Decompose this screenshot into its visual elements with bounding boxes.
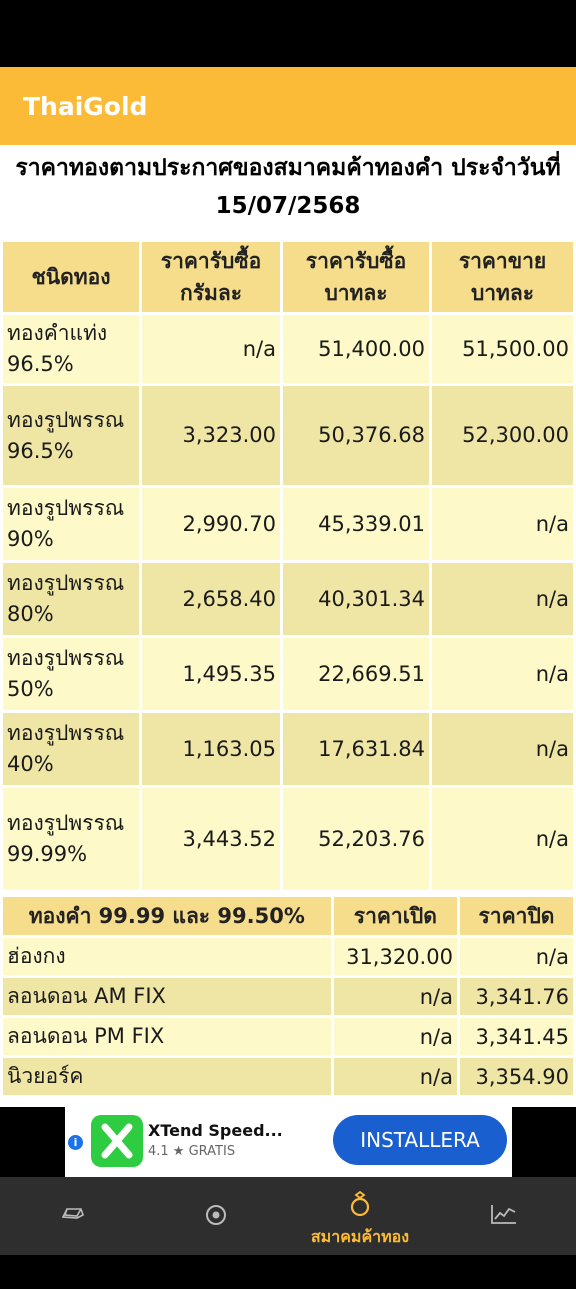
table-row: ลอนดอน AM FIX n/a 3,341.76 xyxy=(3,978,573,1015)
bottom-nav: สมาคมค้าทอง xyxy=(0,1177,576,1255)
sell-baht-cell: n/a xyxy=(432,638,573,710)
table-row: ทองรูปพรรณ 40% 1,163.05 17,631.84 n/a xyxy=(3,713,573,785)
column-header: ราคาขาย บาทละ xyxy=(432,242,573,312)
buy-baht-cell: 45,339.01 xyxy=(283,488,429,560)
ring-icon xyxy=(350,1191,370,1217)
nav-item-chart[interactable] xyxy=(432,1177,576,1255)
column-header: ราคารับซื้อ กรัมละ xyxy=(142,242,280,312)
buy-baht-cell: 50,376.68 xyxy=(283,386,429,485)
open-price-cell: n/a xyxy=(333,1018,457,1055)
buy-gram-cell: 1,163.05 xyxy=(142,713,280,785)
target-icon xyxy=(206,1205,226,1225)
buy-baht-cell: 22,669.51 xyxy=(283,638,429,710)
page-title: ราคาทองตามประกาศของสมาคมค้าทองคำ ประจำวั… xyxy=(15,155,561,219)
table-row: นิวยอร์ค n/a 3,354.90 xyxy=(3,1058,573,1095)
app-title: ThaiGold xyxy=(23,91,148,121)
buy-gram-cell: 1,495.35 xyxy=(142,638,280,710)
sell-baht-cell: n/a xyxy=(432,563,573,635)
chart-icon xyxy=(491,1205,516,1224)
column-header: ราคาเปิด xyxy=(333,897,457,935)
table-header-row: ทองคำ 99.99 และ 99.50% ราคาเปิด ราคาปิด xyxy=(3,897,573,935)
buy-baht-cell: 17,631.84 xyxy=(283,713,429,785)
buy-gram-cell: 2,990.70 xyxy=(142,488,280,560)
install-button[interactable]: INSTALLERA xyxy=(333,1115,507,1165)
table-row: ทองรูปพรรณ 96.5% 3,323.00 50,376.68 52,3… xyxy=(3,386,573,485)
nav-item-gold-bar[interactable] xyxy=(0,1177,144,1255)
world-price-table: ทองคำ 99.99 และ 99.50% ราคาเปิด ราคาปิด … xyxy=(0,894,576,1098)
nav-item-target[interactable] xyxy=(144,1177,288,1255)
gold-bar-icon xyxy=(61,1208,84,1219)
gold-type-cell: ทองรูปพรรณ 99.99% xyxy=(3,788,139,890)
column-header: ทองคำ 99.99 และ 99.50% xyxy=(3,897,331,935)
market-cell: ลอนดอน PM FIX xyxy=(3,1018,331,1055)
market-cell: ฮ่องกง xyxy=(3,938,331,975)
sell-baht-cell: n/a xyxy=(432,713,573,785)
table-row: ทองรูปพรรณ 99.99% 3,443.52 52,203.76 n/a xyxy=(3,788,573,890)
gold-type-cell: ทองรูปพรรณ 80% xyxy=(3,563,139,635)
market-cell: นิวยอร์ค xyxy=(3,1058,331,1095)
buy-gram-cell: 2,658.40 xyxy=(142,563,280,635)
open-price-cell: 31,320.00 xyxy=(333,938,457,975)
market-cell: ลอนดอน AM FIX xyxy=(3,978,331,1015)
close-price-cell: 3,341.45 xyxy=(459,1018,573,1055)
table-row: ทองคำแท่ง 96.5% n/a 51,400.00 51,500.00 xyxy=(3,315,573,383)
table-row: ทองรูปพรรณ 50% 1,495.35 22,669.51 n/a xyxy=(3,638,573,710)
close-price-cell: 3,341.76 xyxy=(459,978,573,1015)
table-row: ฮ่องกง 31,320.00 n/a xyxy=(3,938,573,975)
close-price-cell: n/a xyxy=(459,938,573,975)
app-bar: ThaiGold xyxy=(0,67,576,145)
column-header: ราคาปิด xyxy=(459,897,573,935)
system-nav-bar xyxy=(0,1255,576,1289)
buy-gram-cell: 3,443.52 xyxy=(142,788,280,890)
sell-baht-cell: 51,500.00 xyxy=(432,315,573,383)
sell-baht-cell: 52,300.00 xyxy=(432,386,573,485)
buy-baht-cell: 40,301.34 xyxy=(283,563,429,635)
buy-baht-cell: 52,203.76 xyxy=(283,788,429,890)
nav-label-association: สมาคมค้าทอง xyxy=(310,1227,410,1246)
gold-type-cell: ทองคำแท่ง 96.5% xyxy=(3,315,139,383)
ad-app-icon[interactable] xyxy=(91,1115,143,1167)
ad-app-name[interactable]: XTend Speed... xyxy=(148,1121,283,1140)
table-row: ทองรูปพรรณ 90% 2,990.70 45,339.01 n/a xyxy=(3,488,573,560)
sell-baht-cell: n/a xyxy=(432,788,573,890)
sell-baht-cell: n/a xyxy=(432,488,573,560)
info-icon[interactable]: i xyxy=(68,1135,83,1150)
close-price-cell: 3,354.90 xyxy=(459,1058,573,1095)
gold-type-cell: ทองรูปพรรณ 50% xyxy=(3,638,139,710)
gold-type-cell: ทองรูปพรรณ 90% xyxy=(3,488,139,560)
gold-price-table: ชนิดทอง ราคารับซื้อ กรัมละ ราคารับซื้อ บ… xyxy=(0,239,576,893)
open-price-cell: n/a xyxy=(333,978,457,1015)
gold-type-cell: ทองรูปพรรณ 96.5% xyxy=(3,386,139,485)
gold-type-cell: ทองรูปพรรณ 40% xyxy=(3,713,139,785)
ad-rating: 4.1 ★ GRATIS xyxy=(148,1144,236,1159)
buy-gram-cell: n/a xyxy=(142,315,280,383)
column-header: ราคารับซื้อ บาทละ xyxy=(283,242,429,312)
buy-baht-cell: 51,400.00 xyxy=(283,315,429,383)
table-row: ทองรูปพรรณ 80% 2,658.40 40,301.34 n/a xyxy=(3,563,573,635)
status-bar xyxy=(0,0,576,67)
nav-item-association[interactable]: สมาคมค้าทอง xyxy=(288,1165,432,1246)
buy-gram-cell: 3,323.00 xyxy=(142,386,280,485)
table-header-row: ชนิดทอง ราคารับซื้อ กรัมละ ราคารับซื้อ บ… xyxy=(3,242,573,312)
content-area[interactable]: ราคาทองตามประกาศของสมาคมค้าทองคำ ประจำวั… xyxy=(0,145,576,1107)
column-header: ชนิดทอง xyxy=(3,242,139,312)
open-price-cell: n/a xyxy=(333,1058,457,1095)
table-row: ลอนดอน PM FIX n/a 3,341.45 xyxy=(3,1018,573,1055)
